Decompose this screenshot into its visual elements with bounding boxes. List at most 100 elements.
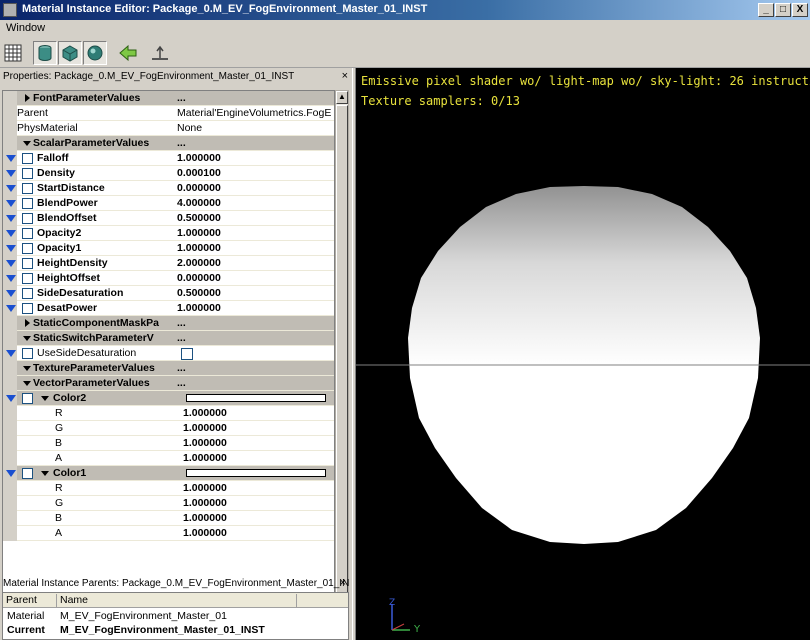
plane-icon[interactable]	[148, 41, 172, 65]
row-value[interactable]: 1.000000	[177, 227, 334, 239]
scalar-param-row[interactable]: BlendOffset 0.500000	[3, 211, 334, 226]
close-button[interactable]: X	[792, 3, 808, 17]
row-value[interactable]: 1.000000	[183, 407, 334, 419]
color-component-row[interactable]: B 1.000000	[3, 436, 334, 451]
category-font-parameters[interactable]: FontParameterValues ...	[3, 91, 334, 106]
category-static-switch[interactable]: StaticSwitchParameterV ...	[3, 331, 334, 346]
row-value[interactable]: ...	[177, 317, 334, 329]
color-component-row[interactable]: A 1.000000	[3, 451, 334, 466]
scalar-param-row[interactable]: DesatPower 1.000000	[3, 301, 334, 316]
override-checkbox[interactable]	[22, 393, 33, 404]
row-value[interactable]: ...	[177, 377, 334, 389]
scalar-param-row[interactable]: StartDistance 0.000000	[3, 181, 334, 196]
maximize-button[interactable]: □	[775, 3, 791, 17]
scalar-param-row[interactable]: HeightOffset 0.000000	[3, 271, 334, 286]
row-value[interactable]: 0.000000	[177, 182, 334, 194]
override-checkbox[interactable]	[22, 213, 33, 224]
scalar-param-row[interactable]: SideDesaturation 0.500000	[3, 286, 334, 301]
param-dropdown-icon[interactable]	[6, 290, 16, 297]
row-value[interactable]: ...	[177, 137, 334, 149]
color-component-row[interactable]: R 1.000000	[3, 481, 334, 496]
override-checkbox[interactable]	[22, 243, 33, 254]
preview-viewport[interactable]: Emissive pixel shader wo/ light-map wo/ …	[356, 68, 810, 640]
scalar-param-row[interactable]: BlendPower 4.000000	[3, 196, 334, 211]
scalar-param-row[interactable]: Falloff 1.000000	[3, 151, 334, 166]
scroll-thumb[interactable]	[336, 105, 348, 609]
param-dropdown-icon[interactable]	[6, 260, 16, 267]
row-value[interactable]: 1.000000	[177, 302, 334, 314]
row-value[interactable]: 4.000000	[177, 197, 334, 209]
override-checkbox[interactable]	[22, 258, 33, 269]
row-value[interactable]: 1.000000	[183, 437, 334, 449]
menu-window[interactable]: Window	[6, 22, 45, 34]
collapse-arrow-icon[interactable]	[41, 471, 49, 476]
param-dropdown-icon[interactable]	[6, 230, 16, 237]
property-scrollbar[interactable]: ▲ ▼	[335, 90, 349, 618]
override-checkbox[interactable]	[22, 288, 33, 299]
collapse-arrow-icon[interactable]	[41, 396, 49, 401]
row-value[interactable]: 1.000000	[183, 527, 334, 539]
scalar-param-row[interactable]: Opacity1 1.000000	[3, 241, 334, 256]
override-checkbox[interactable]	[22, 168, 33, 179]
row-value[interactable]: None	[177, 122, 334, 134]
collapse-arrow-icon[interactable]	[23, 141, 31, 146]
collapse-arrow-icon[interactable]	[23, 336, 31, 341]
row-value[interactable]: 1.000000	[183, 497, 334, 509]
category-vector-parameters[interactable]: VectorParameterValues ...	[3, 376, 334, 391]
grid-icon[interactable]	[1, 41, 25, 65]
category-static-component-mask[interactable]: StaticComponentMaskPa ...	[3, 316, 334, 331]
color-component-row[interactable]: A 1.000000	[3, 526, 334, 541]
row-value[interactable]: 2.000000	[177, 257, 334, 269]
row-value[interactable]: ...	[177, 332, 334, 344]
row-value[interactable]: ...	[177, 92, 334, 104]
collapse-arrow-icon[interactable]	[23, 381, 31, 386]
param-dropdown-icon[interactable]	[6, 155, 16, 162]
back-arrow-icon[interactable]	[116, 41, 140, 65]
cylinder-icon[interactable]	[33, 41, 57, 65]
row-value[interactable]: 0.500000	[177, 212, 334, 224]
parents-close-button[interactable]: ×	[340, 576, 346, 591]
row-value[interactable]: 0.500000	[177, 287, 334, 299]
color-component-row[interactable]: B 1.000000	[3, 511, 334, 526]
override-checkbox[interactable]	[22, 198, 33, 209]
category-scalar-parameters[interactable]: ScalarParameterValues ...	[3, 136, 334, 151]
sphere-icon[interactable]	[83, 41, 107, 65]
param-dropdown-icon[interactable]	[6, 245, 16, 252]
override-checkbox[interactable]	[22, 273, 33, 284]
override-checkbox[interactable]	[22, 228, 33, 239]
row-value[interactable]: ...	[177, 362, 334, 374]
param-dropdown-icon[interactable]	[6, 170, 16, 177]
override-checkbox[interactable]	[22, 303, 33, 314]
scroll-up-icon[interactable]: ▲	[336, 91, 348, 104]
vector-param-color1[interactable]: Color1	[3, 466, 334, 481]
color-swatch[interactable]	[186, 469, 326, 477]
column-header-name[interactable]: Name	[57, 594, 297, 608]
row-value[interactable]: 1.000000	[183, 512, 334, 524]
value-checkbox[interactable]	[181, 348, 193, 360]
param-dropdown-icon[interactable]	[6, 470, 16, 477]
param-dropdown-icon[interactable]	[6, 275, 16, 282]
cube-icon[interactable]	[58, 41, 82, 65]
row-value[interactable]: 1.000000	[177, 242, 334, 254]
category-texture-parameters[interactable]: TextureParameterValues ...	[3, 361, 334, 376]
row-value[interactable]: 1.000000	[183, 452, 334, 464]
param-dropdown-icon[interactable]	[6, 350, 16, 357]
expand-arrow-icon[interactable]	[25, 94, 30, 102]
collapse-arrow-icon[interactable]	[23, 366, 31, 371]
column-header-parent[interactable]: Parent	[3, 594, 57, 608]
vector-param-color2[interactable]: Color2	[3, 391, 334, 406]
row-value[interactable]: 0.000100	[177, 167, 334, 179]
param-dropdown-icon[interactable]	[6, 185, 16, 192]
property-phys-material[interactable]: PhysMaterial None	[3, 121, 334, 136]
scalar-param-row[interactable]: Opacity2 1.000000	[3, 226, 334, 241]
override-checkbox[interactable]	[22, 468, 33, 479]
param-dropdown-icon[interactable]	[6, 215, 16, 222]
row-value[interactable]: 1.000000	[183, 422, 334, 434]
override-checkbox[interactable]	[22, 183, 33, 194]
color-component-row[interactable]: G 1.000000	[3, 421, 334, 436]
scalar-param-row[interactable]: HeightDensity 2.000000	[3, 256, 334, 271]
row-value[interactable]: 1.000000	[177, 152, 334, 164]
scalar-param-row[interactable]: Density 0.000100	[3, 166, 334, 181]
override-checkbox[interactable]	[22, 153, 33, 164]
color-component-row[interactable]: R 1.000000	[3, 406, 334, 421]
